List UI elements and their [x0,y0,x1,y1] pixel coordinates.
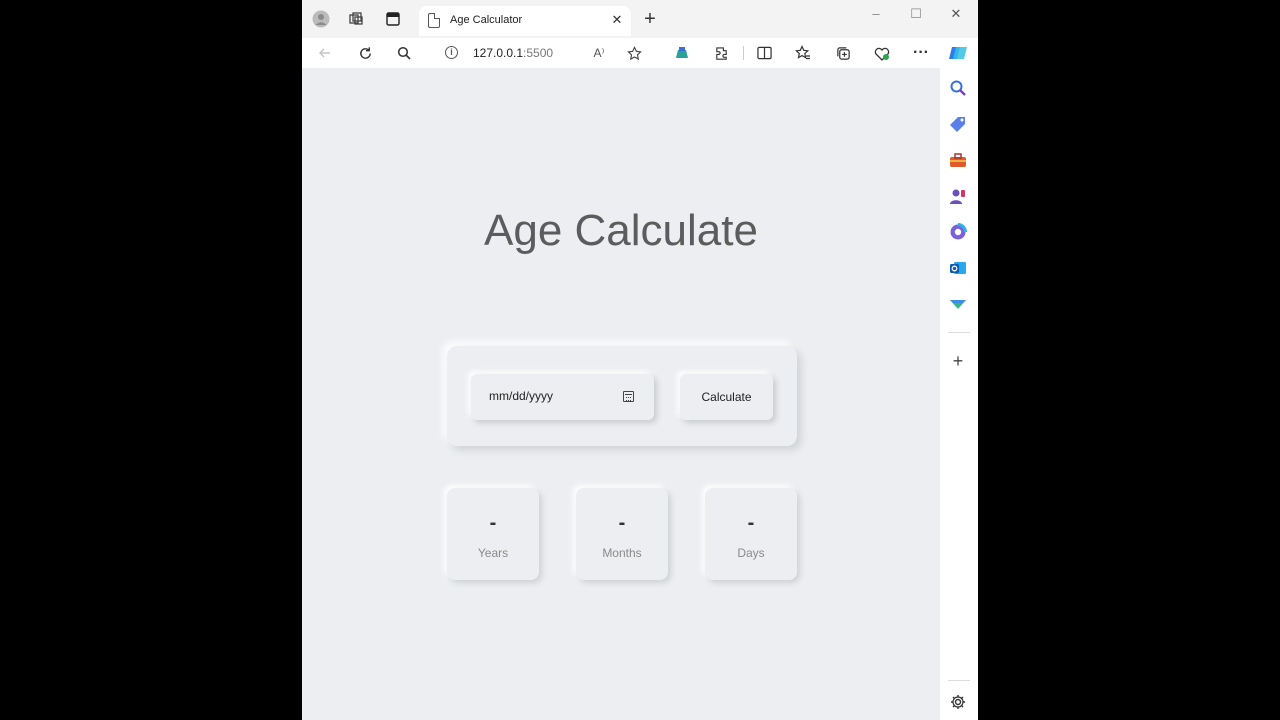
days-value: - [747,512,755,534]
collections-icon[interactable] [833,43,853,63]
refresh-icon[interactable] [355,43,375,63]
edge-sidebar: + [940,68,978,720]
active-tab[interactable]: Age Calculator ✕ [419,6,631,36]
favorite-star-icon[interactable] [624,43,644,63]
calculate-button[interactable]: Calculate [680,374,773,420]
workspaces-icon[interactable] [346,9,366,29]
months-label: Months [602,546,642,560]
extensions-icon[interactable] [711,43,731,63]
days-card: - Days [705,488,797,580]
address-toolbar: i 127.0.0.1:5500 A⁾ ··· [302,38,978,68]
read-aloud-icon[interactable]: A⁾ [589,43,609,63]
sidebar-search-icon[interactable] [949,79,967,97]
months-card: - Months [576,488,668,580]
sidebar-divider-bottom [948,680,970,681]
years-value: - [489,512,497,534]
toolbar-divider [743,46,744,60]
browser-window: Age Calculator ✕ + – ☐ ✕ i 127.0.0.1:550… [302,0,978,720]
more-icon[interactable]: ··· [911,43,931,63]
browser-essentials-icon[interactable] [872,43,892,63]
page-title: Age Calculate [484,206,758,255]
calendar-icon[interactable] [623,391,634,402]
drop-icon[interactable] [949,295,967,313]
page-viewport: Age Calculate mm/dd/yyyy Calculate - Yea… [302,68,940,720]
extension-icon[interactable] [672,43,692,63]
new-tab-icon[interactable]: + [640,8,660,30]
sidebar-divider [948,332,970,333]
copilot-icon[interactable] [948,43,968,63]
favorites-icon[interactable] [793,43,813,63]
date-form-card: mm/dd/yyyy Calculate [447,346,797,446]
search-icon[interactable] [394,43,414,63]
birthdate-input[interactable]: mm/dd/yyyy [471,374,654,420]
profile-icon[interactable] [311,9,331,29]
date-placeholder: mm/dd/yyyy [489,389,554,403]
settings-icon[interactable] [949,693,967,711]
outlook-icon[interactable] [949,259,967,277]
window-close-icon[interactable]: ✕ [938,4,974,24]
toolbox-icon[interactable] [949,151,967,169]
page-icon [428,13,440,28]
tab-title: Age Calculator [450,14,523,26]
address-bar[interactable]: i 127.0.0.1:5500 [432,40,652,66]
tab-actions-icon[interactable] [383,9,403,29]
days-label: Days [737,546,765,560]
years-label: Years [477,546,509,560]
maximize-icon[interactable]: ☐ [898,4,934,24]
close-tab-icon[interactable]: ✕ [609,12,625,28]
years-card: - Years [447,488,539,580]
split-screen-icon[interactable] [754,43,774,63]
games-icon[interactable] [949,187,967,205]
tab-strip: Age Calculator ✕ + – ☐ ✕ [302,0,978,38]
site-info-icon[interactable]: i [445,46,458,59]
add-icon[interactable]: + [949,352,967,371]
back-icon[interactable] [315,43,335,63]
months-value: - [618,512,626,534]
url-text: 127.0.0.1:5500 [473,46,554,60]
tag-icon[interactable] [949,115,967,133]
microsoft365-icon[interactable] [949,223,967,241]
minimize-icon[interactable]: – [858,4,894,24]
